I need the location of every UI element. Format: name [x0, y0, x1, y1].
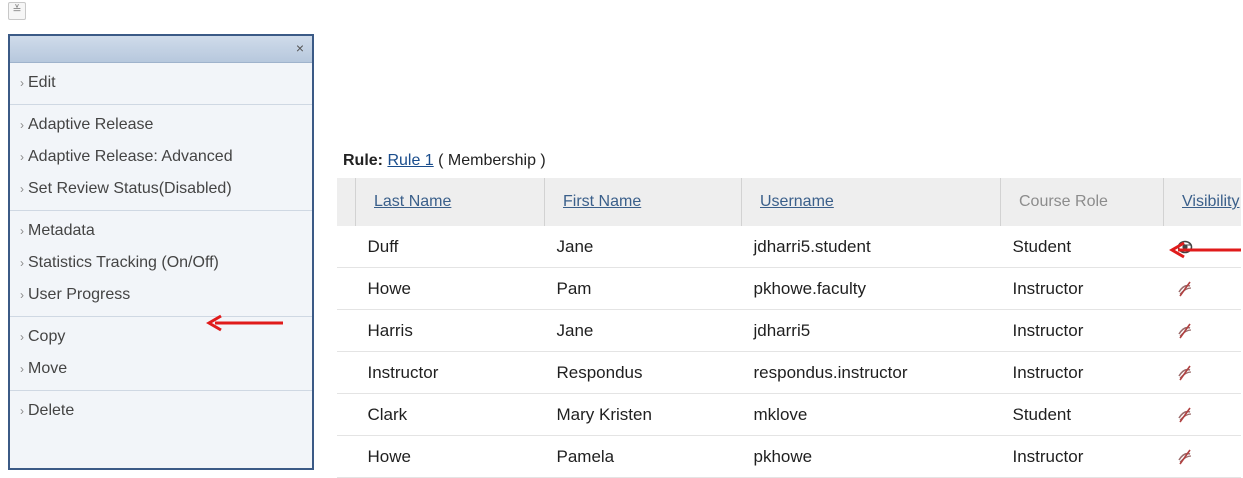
table-header-row: Last Name First Name Username Course Rol… — [337, 178, 1241, 226]
menu-item-label: User Progress — [28, 286, 131, 303]
menu-groups: › Edit › Adaptive Release › Adaptive Release:… — [10, 63, 312, 432]
first-name-cell: Pamela — [544, 435, 742, 478]
first-name-cell: Jane — [544, 226, 742, 268]
row-spacer — [337, 226, 356, 268]
sort-first-name-link[interactable]: First Name — [563, 193, 641, 210]
last-name-cell: Instructor — [355, 351, 545, 394]
table-row: Howe Pamela pkhowe Instructor — [337, 435, 1241, 478]
hidden-eye-icon[interactable] — [1176, 448, 1194, 466]
sort-username-link[interactable]: Username — [760, 193, 834, 210]
first-name-cell: Pam — [544, 267, 742, 310]
menu-item-move[interactable]: › Move — [10, 353, 312, 385]
chevron-right-icon: › — [20, 224, 24, 238]
hidden-eye-icon[interactable] — [1176, 322, 1194, 340]
chevron-right-icon: › — [20, 118, 24, 132]
course-role-header: Course Role — [1019, 193, 1108, 210]
visibility-cell — [1163, 309, 1241, 352]
visibility-cell — [1163, 435, 1241, 478]
chevron-right-icon: › — [20, 76, 24, 90]
username-cell: jdharri5 — [741, 309, 1001, 352]
table-row: Harris Jane jdharri5 Instructor — [337, 309, 1241, 352]
first-name-cell: Mary Kristen — [544, 393, 742, 436]
first-name-cell: Jane — [544, 309, 742, 352]
menu-item-label: Copy — [28, 328, 66, 345]
hidden-eye-icon[interactable] — [1176, 364, 1194, 382]
username-cell: pkhowe.faculty — [741, 267, 1001, 310]
table-body: Duff Jane jdharri5.student Student Howe Pam pk… — [337, 226, 1241, 478]
collapse-icon[interactable]: ≚ — [8, 2, 26, 20]
row-spacer — [337, 393, 356, 436]
row-spacer — [337, 435, 356, 478]
chevron-right-icon: › — [20, 404, 24, 418]
chevron-right-icon: › — [20, 362, 24, 376]
menu-item-label: Edit — [28, 74, 56, 91]
last-name-cell: Howe — [355, 267, 545, 310]
menu-group: › Metadata › Statistics Tracking (On/Off) › U… — [10, 211, 312, 317]
table-row: Duff Jane jdharri5.student Student — [337, 226, 1241, 268]
chevron-right-icon: › — [20, 256, 24, 270]
course-role-cell: Instructor — [1000, 267, 1164, 310]
course-role-cell: Instructor — [1000, 351, 1164, 394]
chevron-right-icon: › — [20, 182, 24, 196]
menu-item-label: Set Review Status(Disabled) — [28, 180, 232, 197]
menu-item-adaptive-release-advanced[interactable]: › Adaptive Release: Advanced — [10, 141, 312, 173]
header-spacer — [337, 178, 356, 226]
menu-item-label: Statistics Tracking (On/Off) — [28, 254, 219, 271]
hidden-eye-icon[interactable] — [1176, 280, 1194, 298]
menu-item-user-progress[interactable]: › User Progress — [10, 279, 312, 311]
table-row: Instructor Respondus respondus.instructor I… — [337, 351, 1241, 394]
menu-item-label: Delete — [28, 402, 75, 419]
hidden-eye-icon[interactable] — [1176, 406, 1194, 424]
row-spacer — [337, 267, 356, 310]
visibility-cell — [1163, 393, 1241, 436]
sort-visibility-link[interactable]: Visibility — [1182, 193, 1240, 210]
menu-item-label: Metadata — [28, 222, 95, 239]
arrow-icon-visibility — [1169, 241, 1241, 259]
chevron-right-icon: › — [20, 330, 24, 344]
table-row: Clark Mary Kristen mklove Student — [337, 393, 1241, 436]
row-spacer — [337, 309, 356, 352]
username-cell: mklove — [741, 393, 1001, 436]
menu-item-label: Adaptive Release — [28, 116, 154, 133]
chevron-right-icon: › — [20, 288, 24, 302]
menu-header: × — [10, 36, 312, 63]
course-role-cell: Instructor — [1000, 309, 1164, 352]
first-name-cell: Respondus — [544, 351, 742, 394]
username-cell: jdharri5.student — [741, 226, 1001, 268]
course-role-cell: Student — [1000, 393, 1164, 436]
table-row: Howe Pam pkhowe.faculty Instructor — [337, 267, 1241, 310]
menu-item-delete[interactable]: › Delete — [10, 395, 312, 427]
rule-suffix: ( Membership ) — [438, 152, 546, 169]
menu-item-metadata[interactable]: › Metadata — [10, 215, 312, 247]
course-role-cell: Student — [1000, 226, 1164, 268]
close-icon[interactable]: × — [296, 40, 304, 56]
menu-item-edit[interactable]: › Edit — [10, 67, 312, 99]
menu-item-adaptive-release[interactable]: › Adaptive Release — [10, 109, 312, 141]
last-name-cell: Clark — [355, 393, 545, 436]
last-name-cell: Howe — [355, 435, 545, 478]
username-cell: pkhowe — [741, 435, 1001, 478]
rule-link[interactable]: Rule 1 — [387, 152, 433, 169]
menu-group: › Adaptive Release › Adaptive Release: Adva… — [10, 105, 312, 211]
menu-group: › Edit — [10, 63, 312, 105]
course-role-cell: Instructor — [1000, 435, 1164, 478]
menu-item-label: Move — [28, 360, 68, 377]
membership-table: Last Name First Name Username Course Rol… — [337, 178, 1241, 478]
visibility-cell — [1163, 267, 1241, 310]
rule-prefix: Rule: — [343, 152, 383, 169]
sort-last-name-link[interactable]: Last Name — [374, 193, 451, 210]
menu-item-set-review-status-disabled[interactable]: › Set Review Status(Disabled) — [10, 173, 312, 205]
menu-item-statistics-tracking-on-off[interactable]: › Statistics Tracking (On/Off) — [10, 247, 312, 279]
menu-item-label: Adaptive Release: Advanced — [28, 148, 233, 165]
menu-group: › Delete — [10, 391, 312, 432]
last-name-cell: Duff — [355, 226, 545, 268]
arrow-icon-user-progress — [206, 314, 283, 332]
username-cell: respondus.instructor — [741, 351, 1001, 394]
last-name-cell: Harris — [355, 309, 545, 352]
visibility-cell — [1163, 351, 1241, 394]
context-menu: × › Edit › Adaptive Release › Adaptive Releas… — [8, 34, 314, 470]
row-spacer — [337, 351, 356, 394]
rule-line: Rule: Rule 1 ( Membership ) — [343, 152, 546, 170]
chevron-right-icon: › — [20, 150, 24, 164]
